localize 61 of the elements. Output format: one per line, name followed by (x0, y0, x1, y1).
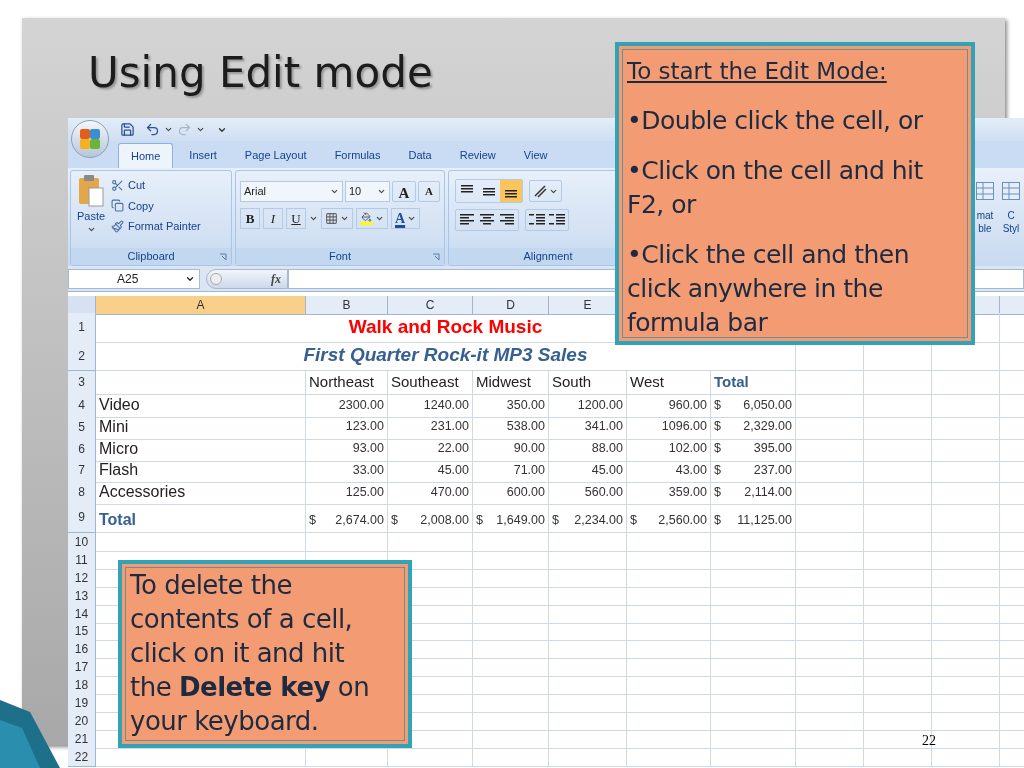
slide-title: Using Edit mode (88, 52, 433, 94)
table-cell: Micro (96, 436, 306, 462)
table-cell: $ 395.00 (711, 436, 796, 462)
callout-text: To delete the contents of a cell, click on it and hit the Delete key on your keyboard. (130, 569, 371, 738)
table-cell: 960.00 (627, 393, 711, 418)
table-cell: 123.00 (306, 414, 388, 440)
table-cell: $ 2,329.00 (711, 414, 796, 440)
table-cell: 1200.00 (549, 393, 627, 418)
column-label: West (627, 371, 711, 395)
table-cell: 341.00 (549, 414, 627, 440)
table-cell: 43.00 (627, 458, 711, 484)
table-cell: 22.00 (388, 436, 473, 462)
table-cell: 125.00 (306, 480, 388, 506)
table-cell: 102.00 (627, 436, 711, 462)
column-label: Northeast (306, 371, 388, 395)
table-cell: $ 1,649.00 (473, 502, 549, 533)
row-header: 1 (68, 313, 96, 343)
table-cell: 560.00 (549, 480, 627, 506)
slide-number: 22 (922, 732, 936, 750)
callout-text: •Click on the cell and hit F2, or (627, 155, 924, 221)
callout-heading: To start the Edit Mode: (627, 57, 887, 86)
table-cell: 2300.00 (306, 393, 388, 418)
table-cell: 90.00 (473, 436, 549, 462)
column-label: South (549, 371, 627, 395)
table-cell: $ 2,114.00 (711, 480, 796, 506)
group-label: Font (329, 249, 351, 265)
column-label: Total (711, 371, 796, 395)
table-cell: 45.00 (388, 458, 473, 484)
table-cell: 538.00 (473, 414, 549, 440)
row-header: 2 (68, 341, 96, 371)
table-cell: 93.00 (306, 436, 388, 462)
table-cell: $ 2,674.00 (306, 502, 388, 533)
group-label: Clipboard (127, 249, 175, 265)
table-cell: 1096.00 (627, 414, 711, 440)
table-cell: $ 2,008.00 (388, 502, 473, 533)
table-cell: Accessories (96, 480, 306, 506)
column-label: Midwest (473, 371, 549, 395)
table-cell: $ 237.00 (711, 458, 796, 484)
table-cell: 88.00 (549, 436, 627, 462)
table-cell: Total (96, 502, 306, 533)
row-header: 3 (68, 371, 96, 395)
table-cell: Flash (96, 458, 306, 484)
table-cell: 71.00 (473, 458, 549, 484)
table-cell: 600.00 (473, 480, 549, 506)
table-cell: 359.00 (627, 480, 711, 506)
table-cell: 350.00 (473, 393, 549, 418)
table-cell: Mini (96, 414, 306, 440)
table-cell: $ 6,050.00 (711, 393, 796, 418)
group-label: Alignment (523, 249, 573, 265)
table-cell: 33.00 (306, 458, 388, 484)
table-cell: $ 11,125.00 (711, 502, 796, 533)
table-cell: Video (96, 393, 306, 418)
row-header: 9 (68, 502, 96, 533)
column-label: Southeast (388, 371, 473, 395)
callout-text: •Double click the cell, or (627, 105, 924, 137)
table-cell: $ 2,560.00 (627, 502, 711, 533)
table-cell: 45.00 (549, 458, 627, 484)
table-cell: 470.00 (388, 480, 473, 506)
table-cell: 1240.00 (388, 393, 473, 418)
table-cell: $ 2,234.00 (549, 502, 627, 533)
table-cell: 231.00 (388, 414, 473, 440)
